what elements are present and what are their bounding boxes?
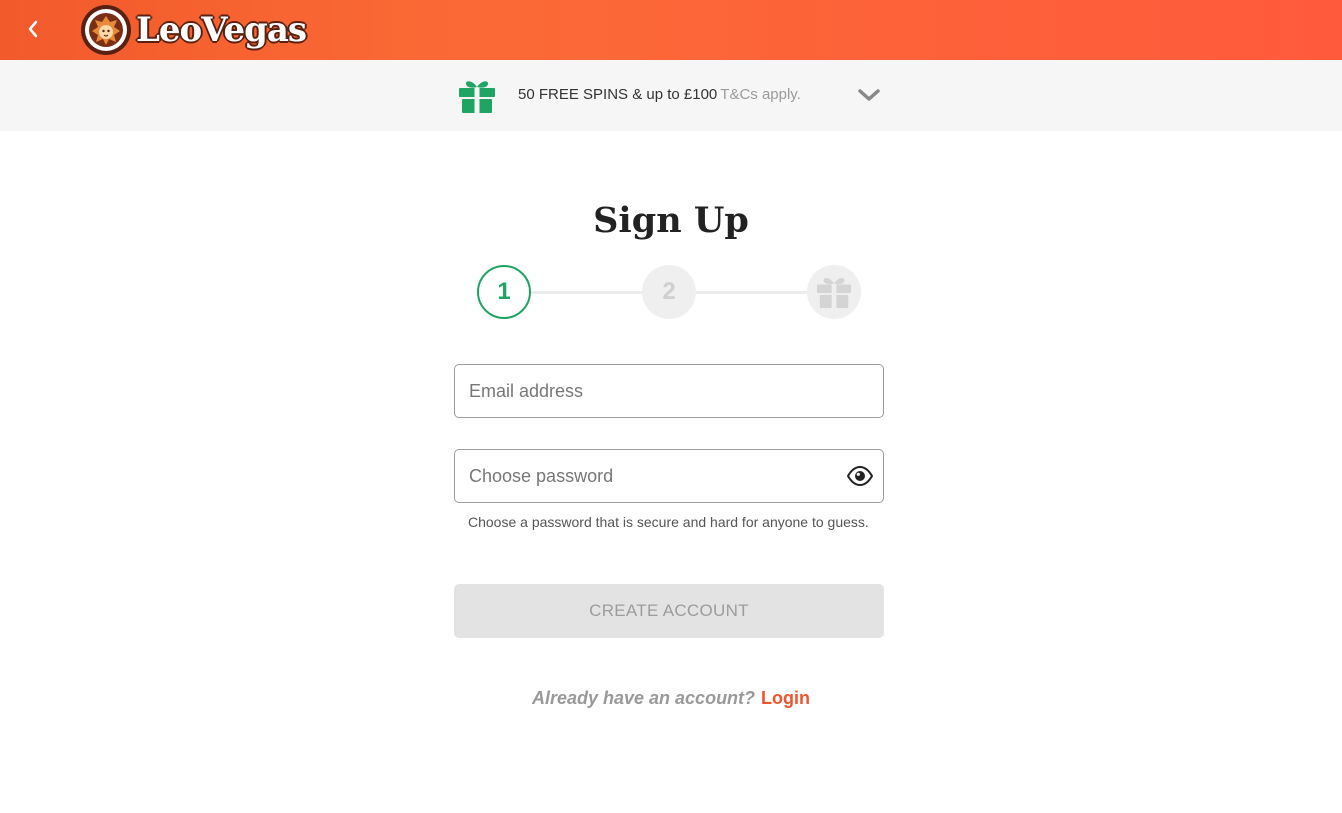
email-input[interactable] <box>455 365 883 417</box>
promo-offer: 50 FREE SPINS & up to £100 <box>518 86 718 103</box>
promo-terms[interactable]: T&Cs apply. <box>720 86 801 103</box>
eye-icon[interactable] <box>847 464 873 488</box>
gift-icon <box>817 278 851 309</box>
login-question: Already have an account? <box>531 688 756 708</box>
create-account-button[interactable]: CREATE ACCOUNT <box>454 584 884 638</box>
back-button[interactable] <box>18 14 48 44</box>
password-hint: Choose a password that is secure and har… <box>468 514 869 530</box>
step-3-indicator <box>807 265 861 319</box>
brand-name: LeoVegas <box>136 10 307 50</box>
chevron-down-icon[interactable] <box>857 86 881 104</box>
page-title: Sign Up <box>593 200 749 241</box>
password-field <box>454 449 884 503</box>
lion-emblem-icon <box>81 5 131 55</box>
promo-text: 50 FREE SPINS & up to £100 T&Cs apply. <box>518 86 801 103</box>
password-input[interactable] <box>455 450 883 502</box>
login-prompt: Already have an account? Login <box>0 688 1342 709</box>
login-link[interactable]: Login <box>761 688 810 708</box>
step-2-indicator: 2 <box>642 265 696 319</box>
stepper-connector <box>531 291 642 294</box>
gift-icon <box>459 81 495 113</box>
top-header: LeoVegas <box>0 0 1342 60</box>
stepper-connector <box>696 291 807 294</box>
chevron-left-icon <box>28 20 38 38</box>
email-field <box>454 364 884 418</box>
step-1-indicator: 1 <box>477 265 531 319</box>
brand-logo[interactable]: LeoVegas <box>80 2 307 58</box>
